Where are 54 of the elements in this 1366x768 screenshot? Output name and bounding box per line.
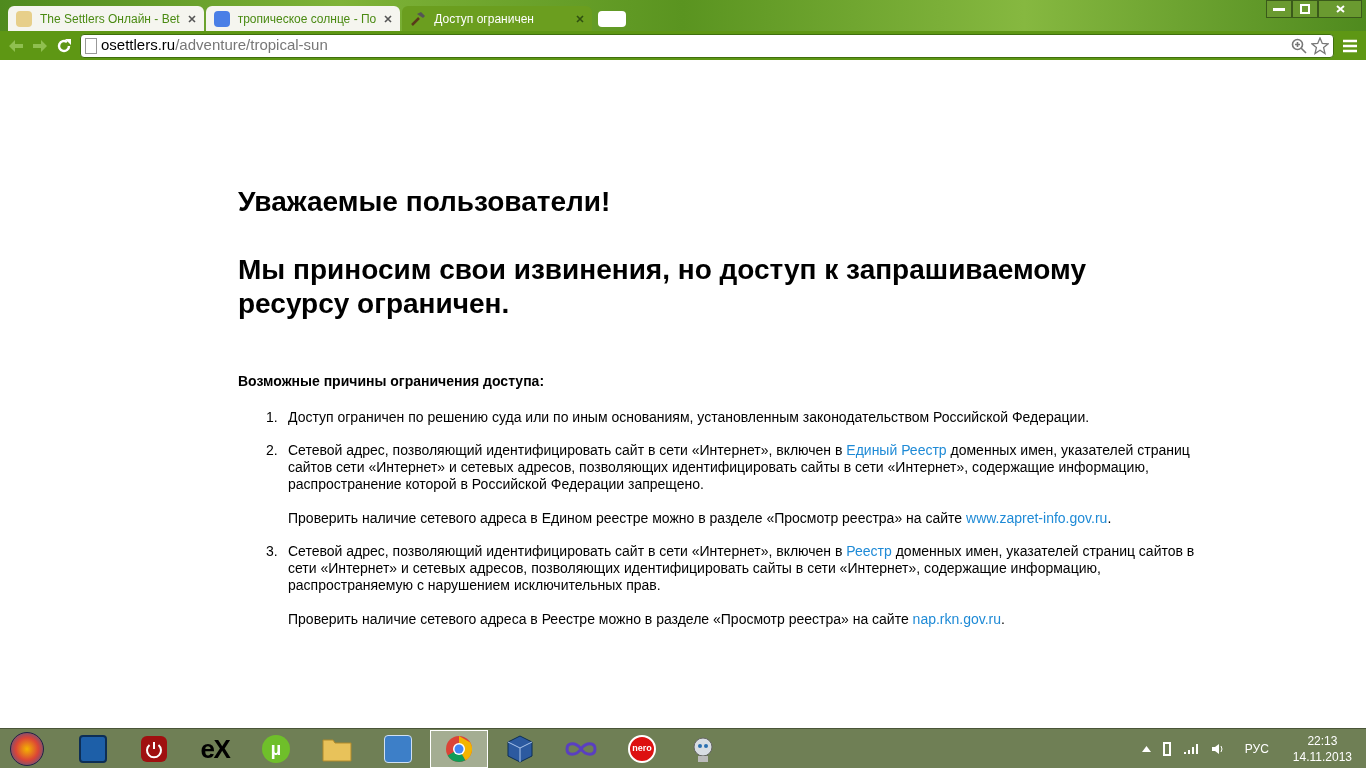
minimize-icon[interactable] [1266, 0, 1292, 18]
paragraph: Проверить наличие сетевого адреса в Едином реестре можно в разделе «Просмотр реестра» на сайте www.zapret-info.gov.ru. [288, 510, 1113, 527]
close-icon[interactable] [384, 14, 393, 23]
chrome-icon [445, 734, 473, 763]
taskbar-app[interactable]: nero [613, 729, 671, 768]
link[interactable]: Реестр [846, 543, 892, 559]
reload-icon[interactable] [56, 37, 72, 54]
taskbar-app[interactable] [430, 729, 488, 768]
taskbar-app[interactable]: eX [186, 729, 244, 768]
close-icon[interactable] [187, 14, 196, 23]
link[interactable]: Единый Реестр [846, 442, 947, 458]
tab-title: тропическое солнце - По [237, 10, 377, 28]
torrent-logo: µ [262, 734, 290, 763]
clock-date: 14.11.2013 [1292, 748, 1352, 765]
cube-icon [507, 734, 533, 763]
speaker-icon[interactable] [1210, 742, 1225, 755]
clock-time: 22:13 [1307, 732, 1338, 749]
browser-tab[interactable]: The Settlers Онлайн - Bet [8, 6, 204, 31]
nero-logo: nero [628, 734, 656, 763]
taskbar-app[interactable]: µ [247, 729, 305, 768]
paragraph: Сетевой адрес, позволяющий идентифицировать сайт в сети «Интернет», включен в Единый Реестр доменных имен, указателей страниц сайтов сети «Интернет» и сетевых адресов, позволяющих идентифицировать сайты в сети «Интернет», содержащие информацию, распространение которой в Российской Федерации запрещено. [288, 442, 1191, 493]
paragraph: Проверить наличие сетевого адреса в Реестре можно в разделе «Просмотр реестра» на сайте nap.rkn.gov.ru. [288, 611, 1006, 628]
restore-icon[interactable] [1292, 0, 1318, 18]
url-text: osettlers.ru/adventure/tropical-sun [101, 35, 329, 56]
show-hidden-icon[interactable] [1141, 745, 1151, 752]
menu-icon[interactable] [1342, 38, 1358, 53]
start-button[interactable] [10, 731, 44, 766]
star-icon[interactable] [1311, 36, 1329, 55]
browser-tab[interactable]: тропическое солнце - По [205, 6, 401, 31]
tab-title: The Settlers Онлайн - Bet [40, 10, 180, 28]
power-icon [140, 734, 168, 763]
search-engine-icon [213, 10, 230, 27]
address-field[interactable]: osettlers.ru/adventure/tropical-sun [80, 33, 1334, 58]
tab-title: Доступ ограничен [434, 10, 535, 28]
browser-tab[interactable]: Доступ ограничен [402, 6, 593, 31]
list-number: 3. [266, 543, 279, 561]
close-icon[interactable] [576, 14, 585, 23]
infinity-icon [565, 740, 597, 757]
paragraph: Сетевой адрес, позволяющий идентифицировать сайт в сети «Интернет», включен в Реестр доменных имен, указателей страниц сайтов в сети «Интернет» и сетевых адресов, позволяющих идентифицировать сайты в сети «Интернет», содержащие информацию, распространяемую с нарушением исключительных прав. [288, 543, 1196, 594]
paragraph: Доступ ограничен по решению суда или по иным основаниям, установленным законодательством Российской Федерации. [288, 409, 1090, 426]
zoom-icon[interactable] [1291, 37, 1307, 54]
link[interactable]: nap.rkn.gov.ru [912, 611, 1002, 627]
heading: Мы приносим свои извинения, но доступ к запрашиваемому ресурсу ограничен. [238, 253, 1087, 321]
reasons-title: Возможные причины ограничения доступа: [238, 372, 546, 391]
heading: Уважаемые пользователи! [238, 185, 612, 219]
language-indicator[interactable]: РУС [1244, 739, 1269, 758]
new-tab-button[interactable] [598, 11, 627, 27]
ex-logo: eX [200, 735, 230, 762]
battery-icon[interactable] [1162, 741, 1171, 756]
list-number: 1. [266, 409, 279, 426]
signal-icon[interactable] [1182, 742, 1199, 755]
page-icon [85, 37, 97, 54]
hammer-icon [410, 10, 427, 27]
list-number: 2. [266, 442, 279, 460]
